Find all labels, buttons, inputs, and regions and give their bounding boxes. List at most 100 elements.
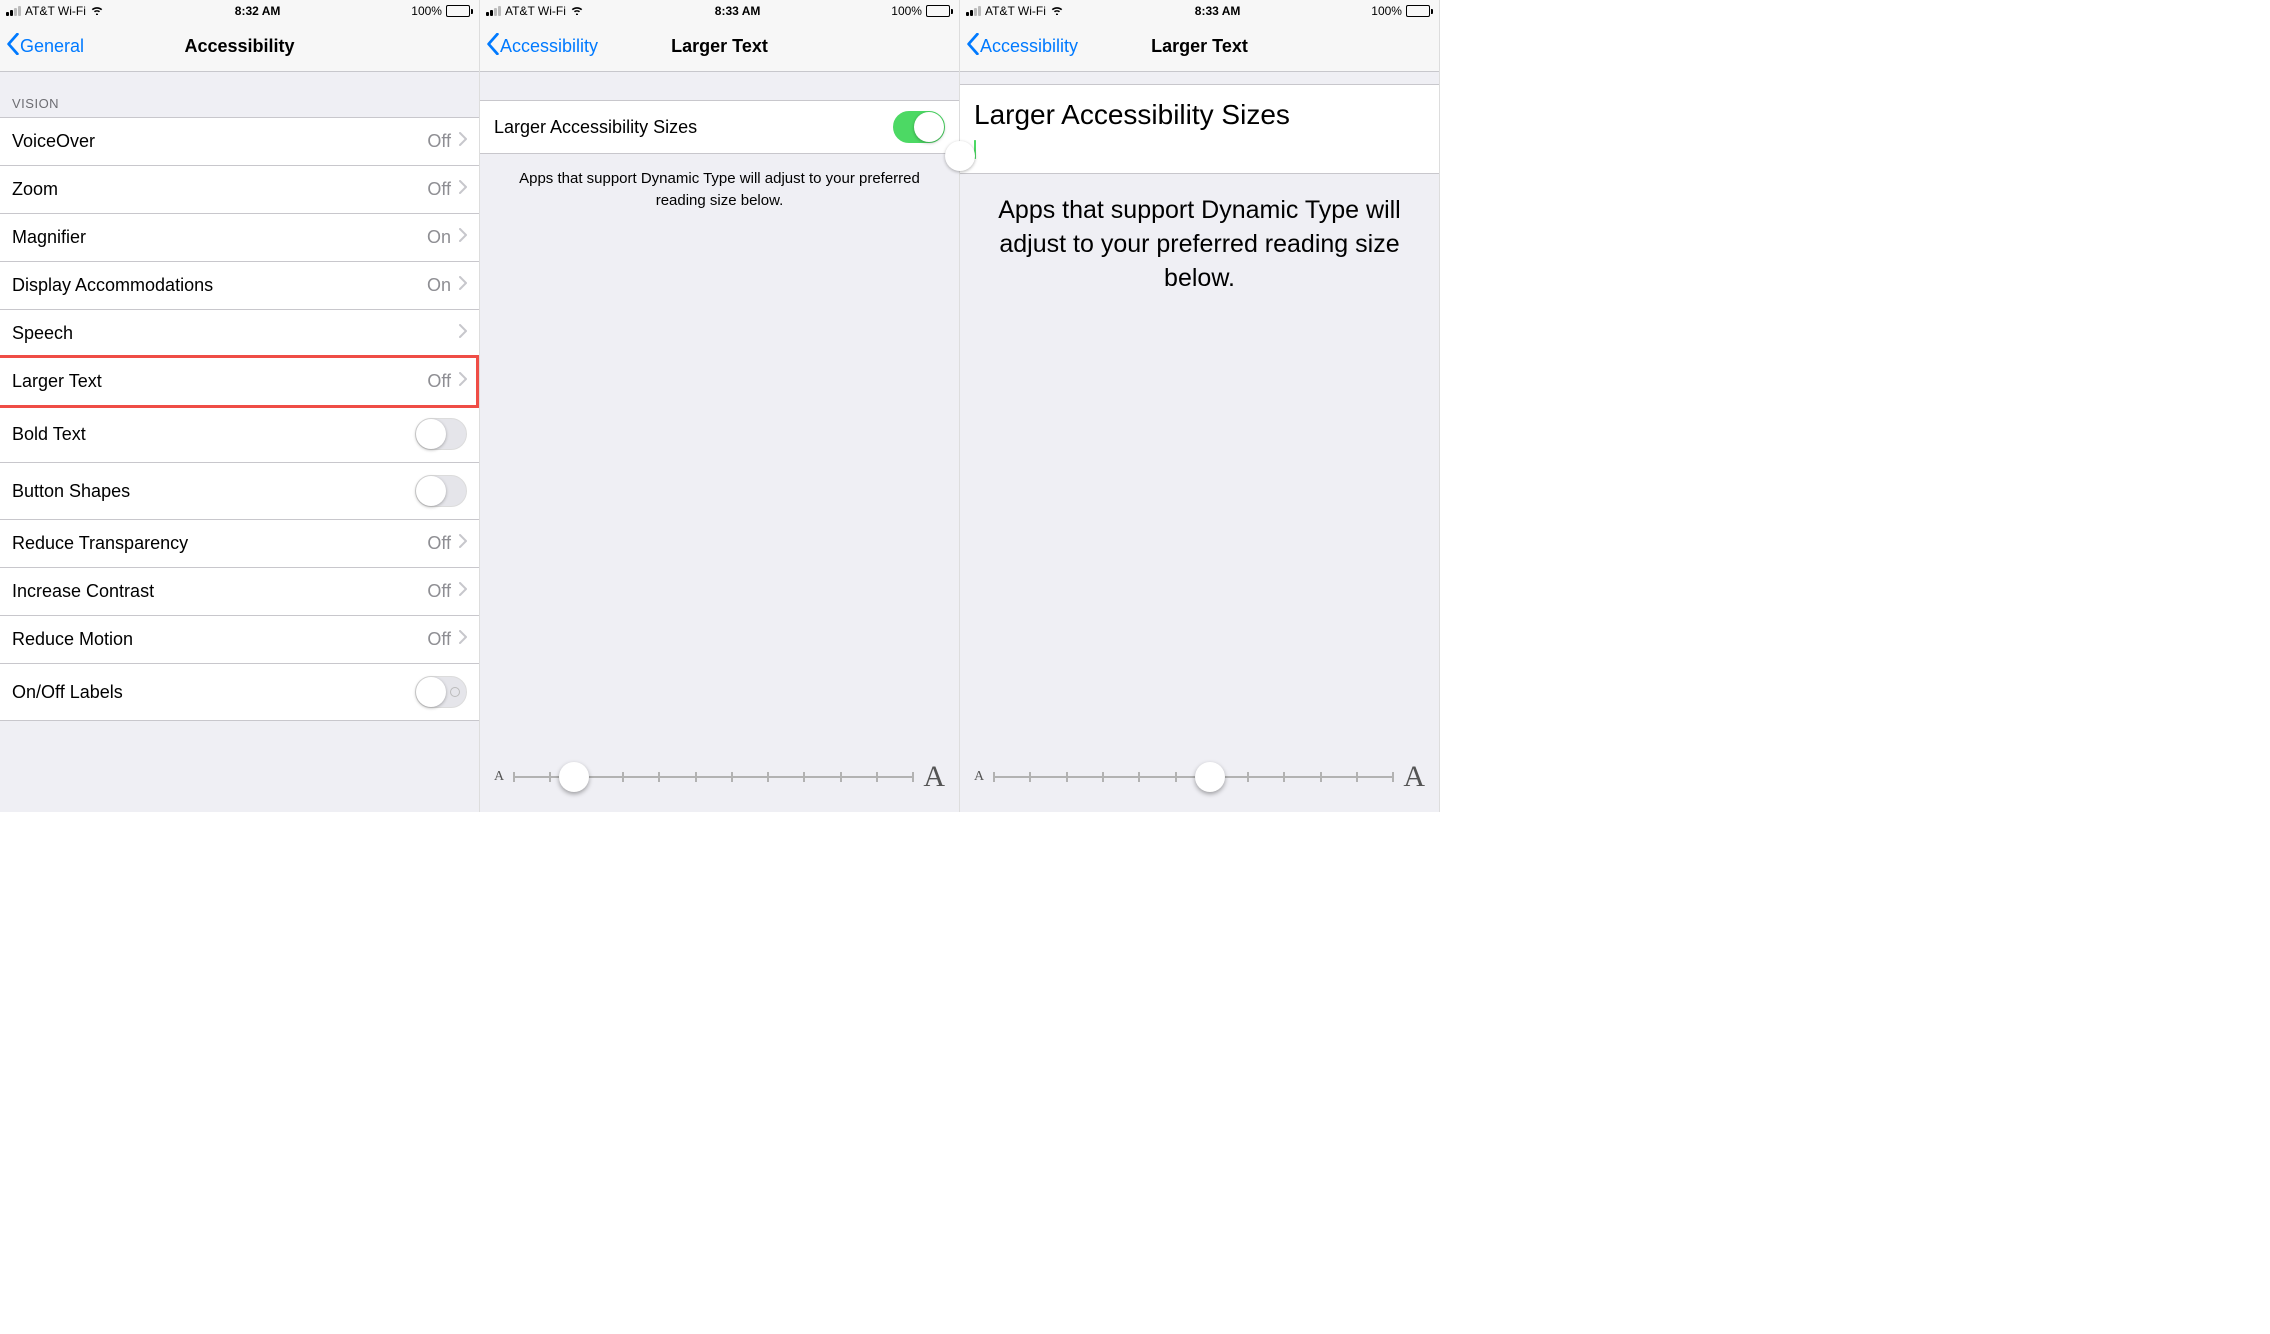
row-reduce-transparency[interactable]: Reduce TransparencyOff	[0, 520, 479, 568]
row-bold-text[interactable]: Bold Text	[0, 406, 479, 463]
toggle-label: Larger Accessibility Sizes	[974, 99, 1425, 141]
nav-bar: Accessibility Larger Text	[960, 22, 1439, 72]
back-label: General	[20, 36, 84, 57]
page-title: Larger Text	[1151, 36, 1248, 57]
row-value: Off	[427, 179, 451, 200]
slider-min-icon: A	[494, 769, 504, 785]
chevron-right-icon	[459, 582, 467, 601]
page-title: Larger Text	[671, 36, 768, 57]
larger-accessibility-sizes-row[interactable]: Larger Accessibility Sizes	[960, 84, 1439, 174]
battery-icon	[926, 5, 953, 17]
back-label: Accessibility	[500, 36, 598, 57]
battery-percent: 100%	[411, 4, 442, 18]
row-label: On/Off Labels	[12, 682, 123, 703]
slider-max-icon: A	[1403, 760, 1425, 794]
larger-sizes-toggle[interactable]	[893, 111, 945, 143]
row-label: Magnifier	[12, 227, 86, 248]
larger-accessibility-sizes-row[interactable]: Larger Accessibility Sizes	[480, 100, 959, 154]
carrier-label: AT&T Wi-Fi	[505, 4, 566, 18]
text-size-slider[interactable]	[994, 762, 1393, 792]
row-label: Larger Text	[12, 371, 102, 392]
text-size-slider[interactable]	[514, 762, 913, 792]
row-reduce-motion[interactable]: Reduce Motion Off	[0, 616, 479, 664]
status-bar: AT&T Wi-Fi 8:32 AM 100%	[0, 0, 479, 22]
battery-icon	[446, 5, 473, 17]
row-magnifier[interactable]: Magnifier On	[0, 214, 479, 262]
battery-percent: 100%	[891, 4, 922, 18]
row-label: Increase Contrast	[12, 581, 154, 602]
slider-max-icon: A	[923, 760, 945, 794]
row-on-off-labels[interactable]: On/Off Labels	[0, 664, 479, 720]
chevron-right-icon	[459, 372, 467, 391]
clock: 8:33 AM	[715, 4, 761, 18]
wifi-icon	[1050, 4, 1064, 18]
toggle[interactable]	[415, 676, 467, 708]
row-button-shapes[interactable]: Button Shapes	[0, 463, 479, 520]
signal-icon	[6, 6, 21, 16]
text-size-slider-area: A A	[480, 742, 959, 812]
toggle-label: Larger Accessibility Sizes	[494, 117, 697, 138]
row-value: Off	[427, 131, 451, 152]
screen-larger-text: AT&T Wi-Fi 8:33 AM 100% Accessibility La…	[480, 0, 960, 812]
row-zoom[interactable]: Zoom Off	[0, 166, 479, 214]
larger-sizes-toggle[interactable]	[974, 140, 976, 159]
row-value: Off	[427, 581, 451, 602]
signal-icon	[966, 6, 981, 16]
chevron-right-icon	[459, 276, 467, 295]
row-label: Display Accommodations	[12, 275, 213, 296]
battery-percent: 100%	[1371, 4, 1402, 18]
row-larger-text[interactable]: Larger Text Off	[0, 358, 479, 406]
chevron-right-icon	[459, 228, 467, 247]
row-label: Reduce Transparency	[12, 533, 188, 554]
row-label: Button Shapes	[12, 481, 130, 502]
toggle[interactable]	[415, 475, 467, 507]
wifi-icon	[90, 4, 104, 18]
row-voiceover[interactable]: VoiceOverOff	[0, 118, 479, 166]
screen-larger-text-big: AT&T Wi-Fi 8:33 AM 100% Accessibility La…	[960, 0, 1440, 812]
chevron-left-icon	[486, 33, 500, 60]
back-button[interactable]: General	[0, 33, 84, 60]
status-bar: AT&T Wi-Fi 8:33 AM 100%	[960, 0, 1439, 22]
row-label: Zoom	[12, 179, 58, 200]
status-bar: AT&T Wi-Fi 8:33 AM 100%	[480, 0, 959, 22]
chevron-right-icon	[459, 132, 467, 151]
chevron-left-icon	[966, 33, 980, 60]
back-button[interactable]: Accessibility	[480, 33, 598, 60]
row-value: Off	[427, 629, 451, 650]
row-value: On	[427, 275, 451, 296]
footer-note: Apps that support Dynamic Type will adju…	[960, 174, 1439, 315]
slider-thumb[interactable]	[559, 762, 589, 792]
row-increase-contrast[interactable]: Increase Contrast Off	[0, 568, 479, 616]
carrier-label: AT&T Wi-Fi	[25, 4, 86, 18]
carrier-label: AT&T Wi-Fi	[985, 4, 1046, 18]
section-header: VISION	[0, 72, 479, 117]
screen-accessibility: AT&T Wi-Fi 8:32 AM 100% General Accessib…	[0, 0, 480, 812]
clock: 8:33 AM	[1195, 4, 1241, 18]
footer-note: Apps that support Dynamic Type will adju…	[480, 154, 959, 226]
chevron-left-icon	[6, 33, 20, 60]
chevron-right-icon	[459, 534, 467, 553]
chevron-right-icon	[459, 180, 467, 199]
back-button[interactable]: Accessibility	[960, 33, 1078, 60]
wifi-icon	[570, 4, 584, 18]
battery-icon	[1406, 5, 1433, 17]
signal-icon	[486, 6, 501, 16]
slider-thumb[interactable]	[1195, 762, 1225, 792]
back-label: Accessibility	[980, 36, 1078, 57]
nav-bar: General Accessibility	[0, 22, 479, 72]
row-display-accommodations[interactable]: Display Accommodations On	[0, 262, 479, 310]
row-speech[interactable]: Speech	[0, 310, 479, 358]
chevron-right-icon	[459, 324, 467, 343]
nav-bar: Accessibility Larger Text	[480, 22, 959, 72]
row-label: Reduce Motion	[12, 629, 133, 650]
clock: 8:32 AM	[235, 4, 281, 18]
settings-list: VoiceOverOffZoomOffMagnifierOnDisplay Ac…	[0, 117, 479, 721]
row-label: Speech	[12, 323, 73, 344]
row-value: Off	[427, 371, 451, 392]
page-title: Accessibility	[184, 36, 294, 57]
toggle[interactable]	[415, 418, 467, 450]
slider-min-icon: A	[974, 769, 984, 785]
chevron-right-icon	[459, 630, 467, 649]
row-label: Bold Text	[12, 424, 86, 445]
row-value: On	[427, 227, 451, 248]
